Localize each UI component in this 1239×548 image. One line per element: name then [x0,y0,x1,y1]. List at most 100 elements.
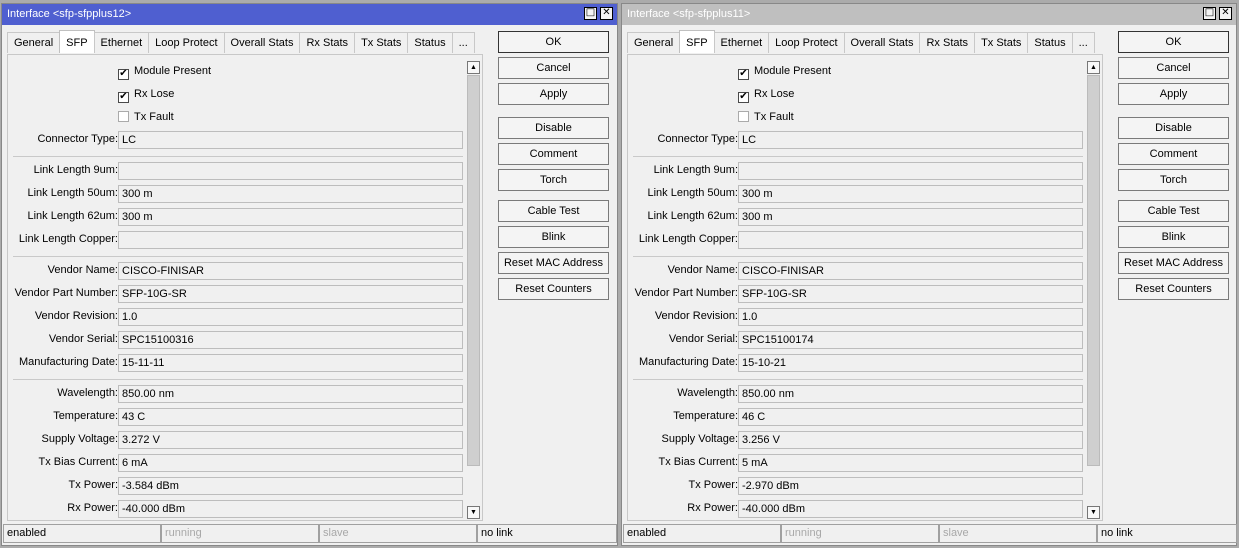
link-length-9um-field[interactable] [738,162,1083,180]
scrollbar-thumb[interactable] [467,75,480,466]
reset-counters-button[interactable]: Reset Counters [498,278,609,300]
tab-loop-protect[interactable]: Loop Protect [768,32,845,53]
tab-rx-stats[interactable]: Rx Stats [299,32,356,53]
link-length-copper-field[interactable] [738,231,1083,249]
vendor-name-field[interactable]: CISCO-FINISAR [738,262,1083,280]
tab-loop-protect[interactable]: Loop Protect [148,32,225,53]
ok-button[interactable]: OK [498,31,609,53]
blink-button[interactable]: Blink [498,226,609,248]
reset-mac-address-button[interactable]: Reset MAC Address [1118,252,1229,274]
tab-more[interactable]: ... [1071,32,1095,53]
vertical-scrollbar[interactable]: ▲ ▼ [1086,61,1101,519]
tab-ethernet[interactable]: Ethernet [93,32,150,53]
checkmark-icon[interactable]: ✔ [118,92,129,103]
torch-button[interactable]: Torch [1118,169,1229,191]
tab-tx-stats[interactable]: Tx Stats [974,32,1029,53]
close-icon[interactable]: ✕ [600,7,613,20]
disable-button[interactable]: Disable [1118,117,1229,139]
temperature-field[interactable]: 43 C [118,408,463,426]
connector-type-label: Connector Type: [37,133,118,145]
title-bar[interactable]: Interface <sfp-sfpplus11> □ ✕ [622,4,1236,25]
tab-rx-stats[interactable]: Rx Stats [919,32,976,53]
vendor-name-field[interactable]: CISCO-FINISAR [118,262,463,280]
maximize-icon[interactable]: □ [584,7,597,20]
link-length-50um-field[interactable]: 300 m [118,185,463,203]
tx-bias-current-field[interactable]: 6 mA [118,454,463,472]
rx-lose-checkbox[interactable]: ✔ Rx Lose [738,85,794,103]
tx-fault-checkbox[interactable]: Tx Fault [738,108,794,126]
vendor-part-number-field[interactable]: SFP-10G-SR [118,285,463,303]
cable-test-button[interactable]: Cable Test [1118,200,1229,222]
module-present-checkbox[interactable]: ✔ Module Present [118,62,211,80]
temperature-field[interactable]: 46 C [738,408,1083,426]
tab-sfp[interactable]: SFP [679,30,715,53]
torch-button[interactable]: Torch [498,169,609,191]
ok-button[interactable]: OK [1118,31,1229,53]
supply-voltage-field[interactable]: 3.272 V [118,431,463,449]
manufacturing-date-field[interactable]: 15-11-11 [118,354,463,372]
maximize-icon[interactable]: □ [1203,7,1216,20]
tab-overall-stats[interactable]: Overall Stats [223,32,301,53]
rx-power-field[interactable]: -40.000 dBm [118,500,463,518]
comment-button[interactable]: Comment [1118,143,1229,165]
cancel-button[interactable]: Cancel [498,57,609,79]
close-icon[interactable]: ✕ [1219,7,1232,20]
tab-overall-stats[interactable]: Overall Stats [843,32,921,53]
tx-power-field[interactable]: -3.584 dBm [118,477,463,495]
rx-lose-checkbox[interactable]: ✔ Rx Lose [118,85,174,103]
blink-button[interactable]: Blink [1118,226,1229,248]
tab-general[interactable]: General [7,32,61,53]
title-bar[interactable]: Interface <sfp-sfpplus12> □ ✕ [2,4,617,25]
checkbox-empty-icon[interactable] [738,111,749,122]
vendor-revision-field[interactable]: 1.0 [118,308,463,326]
manufacturing-date-row: Manufacturing Date: 15-10-21 [628,354,1084,372]
wavelength-field[interactable]: 850.00 nm [118,385,463,403]
tx-fault-checkbox[interactable]: Tx Fault [118,108,174,126]
vendor-part-number-field[interactable]: SFP-10G-SR [738,285,1083,303]
vertical-scrollbar[interactable]: ▲ ▼ [466,61,481,519]
supply-voltage-field[interactable]: 3.256 V [738,431,1083,449]
apply-button[interactable]: Apply [498,83,609,105]
link-length-9um-field[interactable] [118,162,463,180]
tab-sfp[interactable]: SFP [59,30,95,53]
link-length-62um-field[interactable]: 300 m [118,208,463,226]
link-length-62um-field[interactable]: 300 m [738,208,1083,226]
apply-button[interactable]: Apply [1118,83,1229,105]
reset-counters-button[interactable]: Reset Counters [1118,278,1229,300]
tab-ethernet[interactable]: Ethernet [713,32,770,53]
scroll-up-icon[interactable]: ▲ [467,61,480,74]
tx-bias-current-field[interactable]: 5 mA [738,454,1083,472]
checkbox-row-rx-lose: ✔ Rx Lose [8,85,464,103]
scrollbar-thumb[interactable] [1087,75,1100,466]
reset-mac-address-button[interactable]: Reset MAC Address [498,252,609,274]
scroll-up-icon[interactable]: ▲ [1087,61,1100,74]
checkmark-icon[interactable]: ✔ [738,92,749,103]
tab-status[interactable]: Status [407,32,453,53]
checkbox-empty-icon[interactable] [118,111,129,122]
checkmark-icon[interactable]: ✔ [738,69,749,80]
vendor-serial-field[interactable]: SPC15100174 [738,331,1083,349]
tx-power-field[interactable]: -2.970 dBm [738,477,1083,495]
cancel-button[interactable]: Cancel [1118,57,1229,79]
link-length-50um-field[interactable]: 300 m [738,185,1083,203]
module-present-checkbox[interactable]: ✔ Module Present [738,62,831,80]
link-length-copper-field[interactable] [118,231,463,249]
checkmark-icon[interactable]: ✔ [118,69,129,80]
scroll-down-icon[interactable]: ▼ [467,506,480,519]
status-link: no link [477,524,617,543]
connector-type-field[interactable]: LC [738,131,1083,149]
scroll-down-icon[interactable]: ▼ [1087,506,1100,519]
connector-type-field[interactable]: LC [118,131,463,149]
tab-tx-stats[interactable]: Tx Stats [354,32,409,53]
manufacturing-date-field[interactable]: 15-10-21 [738,354,1083,372]
rx-power-field[interactable]: -40.000 dBm [738,500,1083,518]
vendor-revision-field[interactable]: 1.0 [738,308,1083,326]
wavelength-field[interactable]: 850.00 nm [738,385,1083,403]
tab-status[interactable]: Status [1027,32,1073,53]
vendor-serial-field[interactable]: SPC15100316 [118,331,463,349]
cable-test-button[interactable]: Cable Test [498,200,609,222]
tab-general[interactable]: General [627,32,681,53]
tab-more[interactable]: ... [451,32,475,53]
disable-button[interactable]: Disable [498,117,609,139]
comment-button[interactable]: Comment [498,143,609,165]
